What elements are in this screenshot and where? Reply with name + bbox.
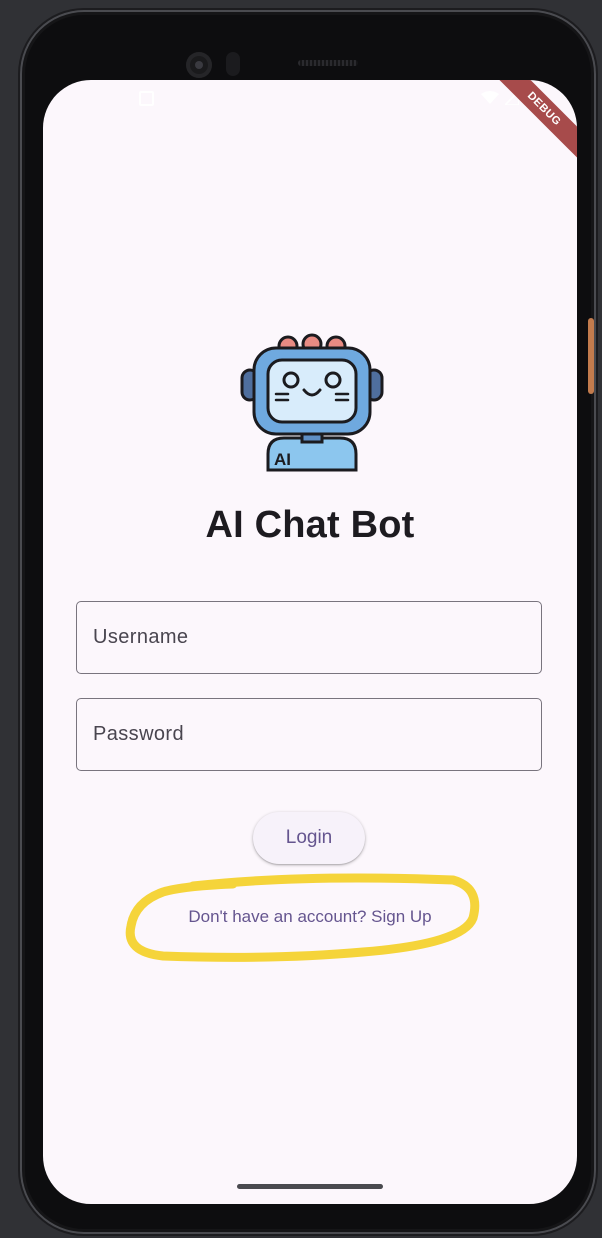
power-button[interactable]	[588, 318, 594, 394]
logo-ai-text: AI	[274, 450, 291, 469]
wifi-icon	[481, 91, 499, 104]
app-title: AI Chat Bot	[205, 504, 415, 546]
home-indicator[interactable]	[237, 1184, 383, 1189]
login-button[interactable]: Login	[253, 812, 365, 864]
front-camera	[186, 52, 212, 78]
proximity-sensor	[226, 52, 240, 76]
app-screen: DEBUG AI AI Chat Bot Username Login Don'…	[43, 80, 577, 1204]
status-bar: DEBUG	[43, 80, 577, 170]
username-field[interactable]	[76, 601, 542, 674]
password-input[interactable]	[77, 699, 541, 770]
username-input[interactable]	[77, 602, 541, 673]
notification-icon	[139, 91, 154, 106]
emulator-stage: DEBUG AI AI Chat Bot Username Login Don'…	[0, 0, 602, 1238]
robot-logo-icon: AI	[240, 333, 384, 472]
earpiece-speaker	[298, 60, 358, 66]
password-field[interactable]	[76, 698, 542, 771]
signup-link[interactable]: Don't have an account? Sign Up	[43, 906, 577, 928]
